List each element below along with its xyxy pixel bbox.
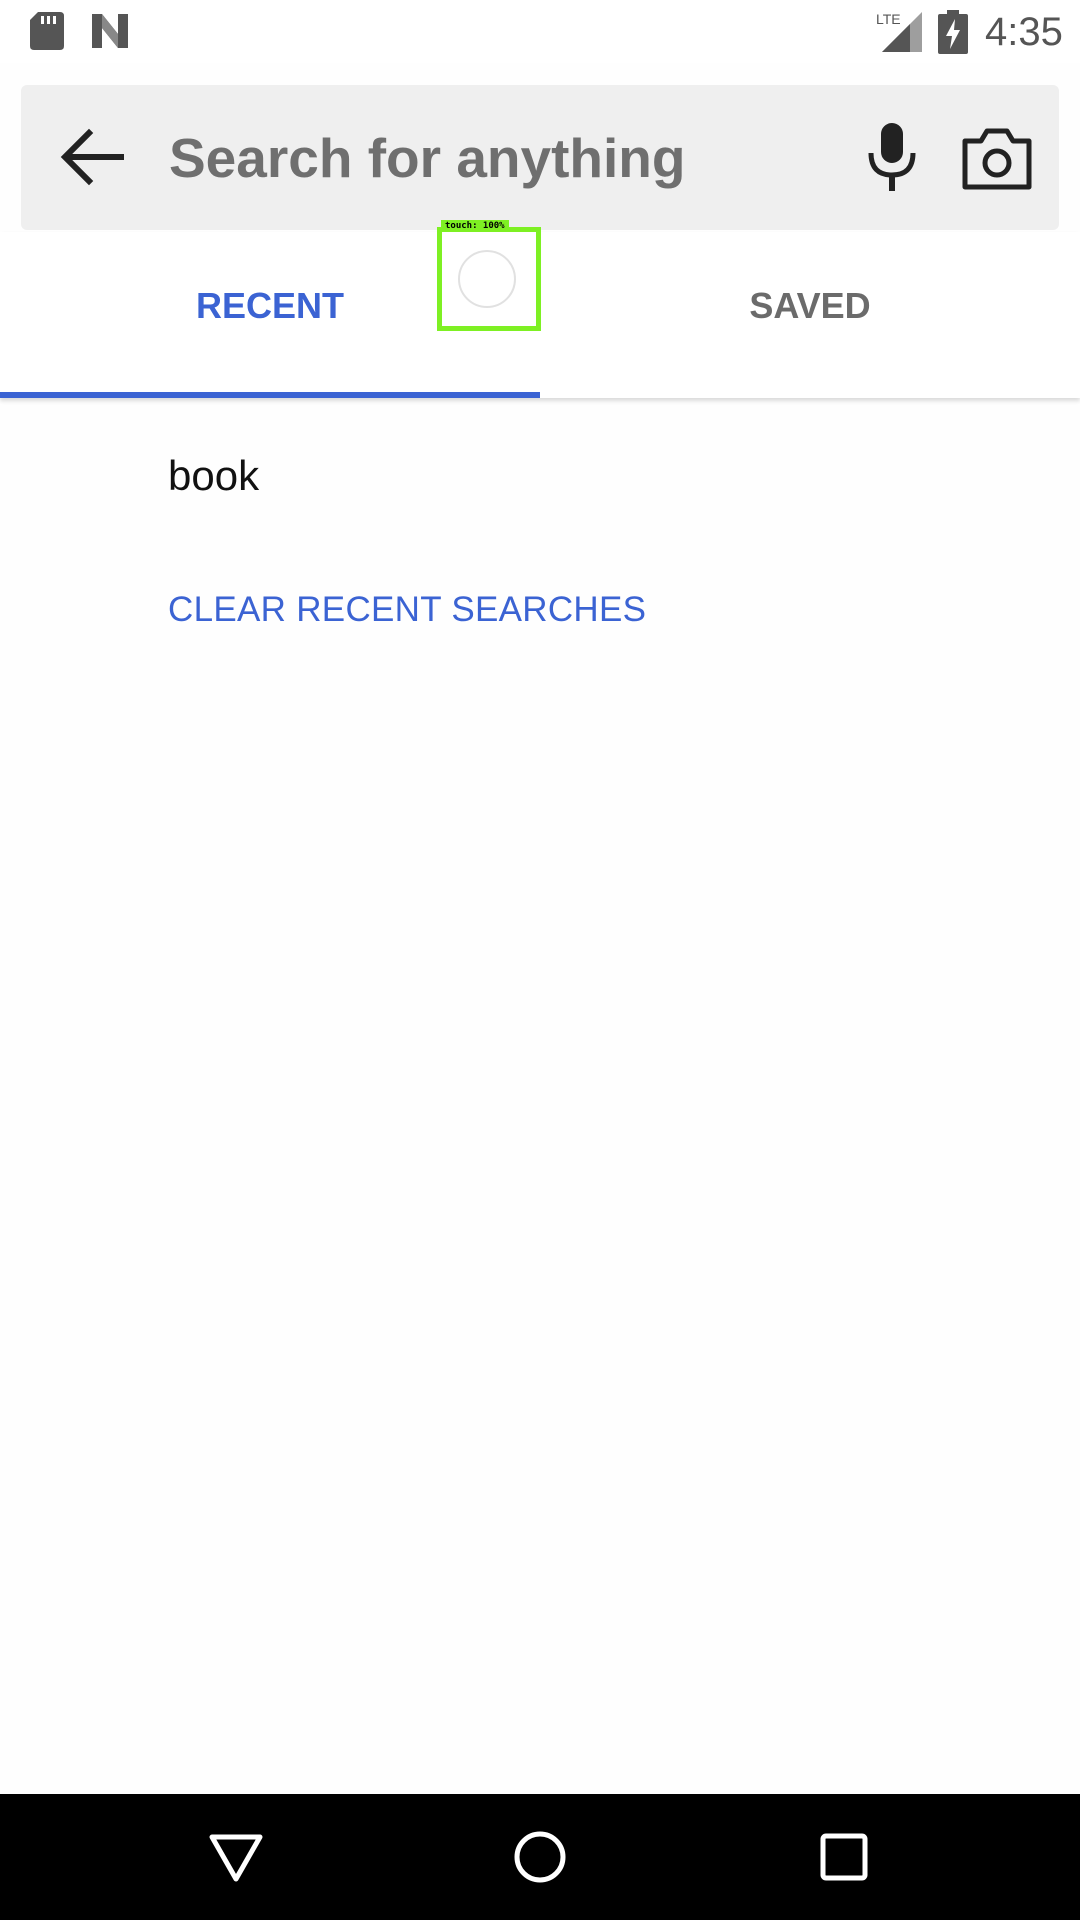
mic-icon[interactable] [857,121,927,196]
n-icon [92,14,128,48]
recents-square-icon[interactable] [814,1827,874,1887]
sd-card-icon [30,12,64,50]
back-triangle-icon[interactable] [206,1827,266,1887]
tab-saved[interactable]: SAVED [540,232,1080,398]
lte-signal-icon: LTE [876,11,922,52]
home-circle-icon[interactable] [510,1827,570,1887]
camera-icon[interactable] [961,125,1033,193]
touch-indicator-box: touch: 100% [437,220,541,331]
tab-indicator [0,392,540,398]
clear-recent-searches-button[interactable]: CLEAR RECENT SEARCHES [168,590,646,630]
search-bar [21,85,1059,230]
recent-search-item[interactable]: book [168,452,259,500]
navigation-bar [0,1794,1080,1920]
touch-indicator-label: touch: 100% [441,220,509,232]
lte-label: LTE [876,11,901,27]
status-bar: LTE 4:35 [0,0,1080,63]
arrow-back-icon[interactable] [51,117,131,197]
touch-circle [458,250,516,308]
status-time: 4:35 [985,10,1063,54]
battery-charging-icon [938,10,968,54]
search-input[interactable] [169,123,819,193]
